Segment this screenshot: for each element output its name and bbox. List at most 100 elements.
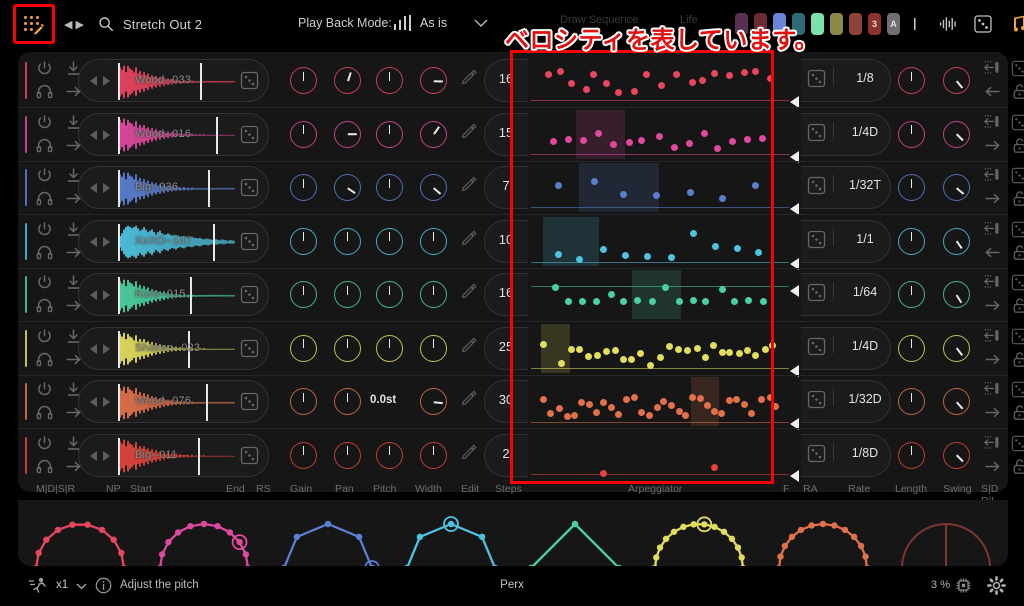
swing-knob[interactable]: [943, 334, 970, 362]
velocity-dot[interactable]: [743, 136, 751, 144]
length-knob[interactable]: [898, 388, 925, 415]
velocity-dot[interactable]: [595, 129, 603, 137]
rate-value[interactable]: 1/64: [840, 285, 890, 299]
rate-value[interactable]: 1/4D: [840, 339, 890, 353]
velocity-dot[interactable]: [615, 88, 623, 96]
velocity-dot[interactable]: [602, 79, 610, 87]
length-knob[interactable]: [898, 120, 925, 148]
velocity-dot[interactable]: [712, 243, 720, 251]
lock-icon[interactable]: [1011, 458, 1024, 475]
length-knob[interactable]: [898, 227, 925, 255]
velocity-dot[interactable]: [717, 410, 725, 418]
sample-prev-icon[interactable]: [90, 76, 97, 86]
arc-1[interactable]: [18, 500, 142, 566]
velocity-dot[interactable]: [689, 230, 697, 238]
direction-icon[interactable]: [984, 297, 1001, 314]
pan-knob[interactable]: [334, 334, 361, 362]
pitch-knob[interactable]: [376, 120, 403, 148]
gain-knob[interactable]: [290, 388, 317, 415]
velocity-dot[interactable]: [655, 133, 663, 140]
velocity-dot[interactable]: [577, 398, 585, 406]
arpeggiator-lane[interactable]: [531, 163, 789, 212]
rate-value[interactable]: 1/32T: [840, 178, 890, 192]
velocity-dot[interactable]: [689, 296, 697, 304]
sample-slot[interactable]: Shaken--023: [78, 326, 269, 370]
velocity-dot[interactable]: [761, 346, 769, 354]
sample-start-marker[interactable]: [118, 384, 120, 421]
sample-prev-icon[interactable]: [90, 450, 97, 461]
velocity-dot[interactable]: [638, 137, 646, 145]
arc-6[interactable]: [637, 500, 761, 566]
direction-icon[interactable]: [984, 458, 1001, 475]
sample-next-icon[interactable]: [103, 236, 110, 247]
arpeggiator-lane[interactable]: [531, 56, 789, 105]
headphones-icon[interactable]: [36, 458, 53, 475]
velocity-dot[interactable]: [576, 346, 584, 354]
edit-pencil-icon[interactable]: [461, 444, 477, 460]
swatch-a[interactable]: A: [887, 13, 900, 35]
velocity-dot[interactable]: [698, 77, 706, 85]
velocity-dot[interactable]: [585, 353, 593, 361]
lock-icon[interactable]: [1011, 83, 1024, 100]
steps-value[interactable]: 30: [484, 392, 528, 407]
arpeggiator-lane[interactable]: [531, 323, 789, 373]
velocity-dot[interactable]: [713, 145, 721, 153]
sample-start-marker[interactable]: [118, 223, 120, 261]
swatch-rust[interactable]: [849, 13, 862, 35]
edit-pencil-icon[interactable]: [461, 283, 477, 299]
arpeggiator-lane[interactable]: [531, 270, 789, 319]
sample-end-marker[interactable]: [208, 170, 210, 207]
width-knob[interactable]: [420, 388, 447, 415]
velocity-dot[interactable]: [696, 394, 704, 402]
velocity-dot[interactable]: [760, 297, 768, 305]
velocity-dot[interactable]: [564, 412, 572, 420]
velocity-dot[interactable]: [565, 136, 573, 144]
randomize-sample-icon[interactable]: [240, 178, 259, 197]
width-knob[interactable]: [420, 441, 447, 469]
steps-value[interactable]: 25: [484, 339, 528, 354]
randomize-sample-icon[interactable]: [240, 285, 259, 304]
playhead-marker[interactable]: [790, 285, 799, 297]
randomize-sample-icon[interactable]: [240, 446, 259, 465]
velocity-dot[interactable]: [728, 137, 736, 145]
edit-pencil-icon[interactable]: [461, 337, 477, 353]
direction-icon[interactable]: [984, 190, 1001, 207]
arpeggiator-lane[interactable]: [531, 216, 789, 266]
quantize-icon[interactable]: [983, 60, 1001, 77]
velocity-dot[interactable]: [673, 71, 681, 79]
steps-value[interactable]: 16: [484, 71, 528, 86]
quantize-icon[interactable]: [983, 114, 1001, 131]
edit-pencil-icon[interactable]: [461, 69, 477, 85]
arc-2[interactable]: [142, 500, 266, 566]
randomize-icon[interactable]: [1011, 274, 1024, 291]
randomize-sample-icon[interactable]: [240, 71, 259, 90]
velocity-dot[interactable]: [718, 349, 726, 357]
velocity-dot[interactable]: [620, 356, 628, 364]
swing-knob[interactable]: [943, 281, 970, 308]
power-icon[interactable]: [36, 60, 53, 77]
randomize-arp-icon[interactable]: [807, 444, 826, 463]
velocity-dot[interactable]: [611, 347, 619, 354]
velocity-dot[interactable]: [556, 404, 564, 412]
sample-end-marker[interactable]: [198, 437, 200, 475]
sample-start-marker[interactable]: [118, 330, 120, 368]
preset-nav[interactable]: ◀ ▶: [64, 18, 84, 31]
steps-value[interactable]: 2: [484, 446, 528, 461]
randomize-icon[interactable]: [1011, 328, 1024, 345]
randomize-icon[interactable]: [1011, 435, 1024, 452]
length-knob[interactable]: [898, 174, 925, 201]
randomize-sample-icon[interactable]: [240, 232, 259, 251]
velocity-dot[interactable]: [668, 402, 676, 410]
dice-icon[interactable]: [973, 14, 993, 34]
randomize-icon[interactable]: [1011, 381, 1024, 398]
velocity-dot[interactable]: [645, 411, 653, 419]
headphones-icon[interactable]: [36, 83, 53, 100]
velocity-dot[interactable]: [594, 351, 601, 359]
velocity-dot[interactable]: [740, 400, 748, 408]
next-preset-button[interactable]: ▶: [75, 18, 83, 31]
lock-icon[interactable]: [1011, 190, 1024, 207]
velocity-dot[interactable]: [726, 72, 734, 80]
velocity-dot[interactable]: [600, 470, 608, 478]
velocity-dot[interactable]: [660, 398, 668, 406]
sample-end-marker[interactable]: [190, 277, 192, 314]
